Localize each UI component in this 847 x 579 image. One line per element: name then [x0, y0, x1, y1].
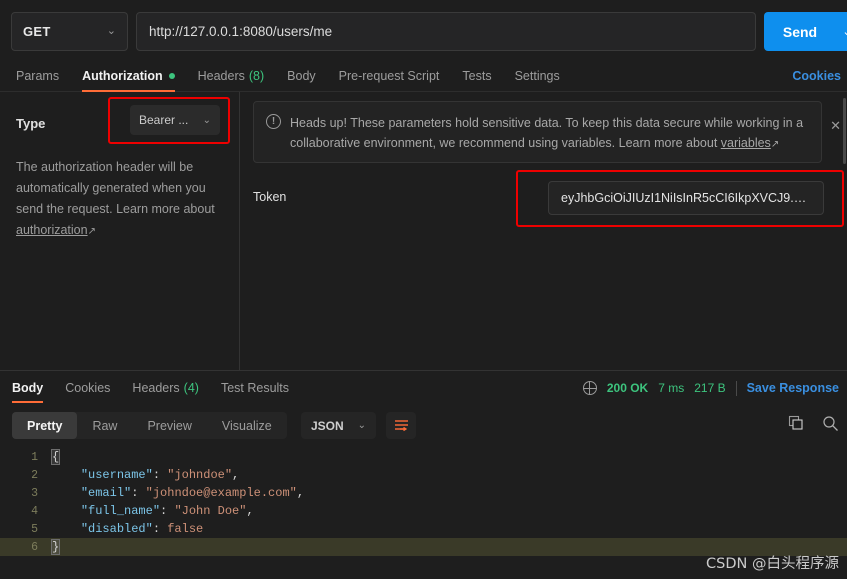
response-tab-cookies-label: Cookies: [65, 381, 111, 395]
view-mode-preview[interactable]: Preview: [132, 412, 206, 439]
auth-description-link[interactable]: authorization: [16, 223, 88, 237]
view-mode-raw[interactable]: Raw: [77, 412, 132, 439]
wrap-text-icon: [394, 420, 408, 432]
external-link-icon: ↗: [770, 139, 780, 150]
external-link-icon: ↗: [87, 226, 96, 237]
chevron-down-icon: ⌄: [106, 25, 116, 37]
code-line: 1{: [0, 448, 847, 466]
chevron-down-icon: ⌄: [202, 114, 211, 126]
response-tab-body-label: Body: [12, 381, 44, 395]
request-tabs: Params Authorization Headers (8) Body Pr…: [0, 60, 847, 92]
save-response-button[interactable]: Save Response: [747, 381, 839, 395]
response-status-bar: 200 OK 7 ms 217 B Save Response: [582, 371, 839, 405]
tab-settings-label: Settings: [514, 68, 560, 83]
code-line: 5 "disabled": false: [0, 520, 847, 538]
copy-icon: [788, 415, 803, 430]
auth-description: The authorization header will be automat…: [16, 157, 226, 242]
token-input[interactable]: eyJhbGciOiJIUzI1NiIsInR5cCI6IkpXVCJ9.ey.…: [548, 181, 824, 215]
code-line: 2 "username": "johndoe",: [0, 466, 847, 484]
auth-type-select[interactable]: Bearer ... ⌄: [130, 105, 220, 135]
code-line-text: "username": "johndoe",: [80, 468, 240, 482]
status-code: 200 OK: [606, 381, 649, 395]
line-number: 5: [31, 522, 38, 536]
line-number: 2: [31, 468, 38, 482]
token-value: eyJhbGciOiJIUzI1NiIsInR5cCI6IkpXVCJ9.ey.…: [561, 191, 811, 205]
tab-authorization-label: Authorization: [82, 68, 163, 83]
chevron-down-icon: ⌄: [357, 420, 366, 431]
code-line: 4 "full_name": "John Doe",: [0, 502, 847, 520]
response-time: 7 ms: [658, 381, 685, 395]
globe-icon: [582, 381, 597, 395]
status-separator: [735, 380, 737, 396]
body-toolbar-icons: [788, 412, 839, 439]
tab-authorization[interactable]: Authorization: [82, 60, 175, 92]
line-number: 6: [31, 540, 38, 554]
response-tab-headers-label: Headers: [132, 381, 180, 395]
line-number: 4: [31, 504, 38, 518]
copy-button[interactable]: [788, 415, 804, 436]
view-mode-visualize[interactable]: Visualize: [207, 412, 287, 439]
tab-headers-label: Headers: [197, 68, 245, 83]
response-format-value: JSON: [311, 418, 344, 433]
line-number: 3: [31, 486, 38, 500]
search-icon: [823, 415, 838, 431]
cookies-link[interactable]: Cookies: [792, 60, 841, 92]
tab-params-label: Params: [16, 68, 60, 83]
auth-type-label: Type: [16, 116, 46, 131]
watermark: CSDN @白头程序源: [706, 556, 839, 572]
send-options-chevron-down-icon[interactable]: ⌄: [836, 12, 847, 51]
info-exclamation-icon: !: [266, 114, 281, 129]
tab-tests-label: Tests: [462, 68, 492, 83]
code-line-text: {: [50, 449, 61, 465]
tab-params[interactable]: Params: [16, 60, 59, 92]
code-line: 3 "email": "johndoe@example.com",: [0, 484, 847, 502]
sensitive-data-banner: ! Heads up! These parameters hold sensit…: [253, 101, 822, 163]
response-size: 217 B: [694, 381, 726, 395]
auth-panel-scrollbar[interactable]: [843, 98, 846, 164]
tab-headers-count: (8): [248, 68, 265, 83]
auth-right-column: ! Heads up! These parameters hold sensit…: [240, 92, 847, 370]
token-label: Token: [253, 190, 287, 204]
response-tab-headers-count: (4): [183, 381, 199, 395]
request-url-bar: GET ⌄ http://127.0.0.1:8080/users/me Sen…: [0, 0, 847, 60]
auth-left-column: Type Bearer ... ⌄ The authorization head…: [0, 92, 240, 370]
authorization-panel: Type Bearer ... ⌄ The authorization head…: [0, 92, 847, 370]
code-line-text: }: [50, 539, 61, 555]
view-mode-group: Pretty Raw Preview Visualize: [12, 412, 287, 439]
send-button[interactable]: Send: [764, 12, 836, 51]
code-line-text: "disabled": false: [80, 522, 204, 536]
tab-settings[interactable]: Settings: [515, 60, 560, 92]
response-body-toolbar: Pretty Raw Preview Visualize JSON ⌄: [0, 408, 847, 448]
tab-pre-request-script[interactable]: Pre-request Script: [339, 60, 440, 92]
auth-type-value: Bearer ...: [139, 113, 189, 127]
wrap-text-button[interactable]: [386, 412, 416, 439]
response-tab-cookies[interactable]: Cookies: [65, 371, 110, 405]
close-icon[interactable]: ✕: [830, 118, 841, 134]
response-format-select[interactable]: JSON ⌄: [301, 412, 376, 439]
auth-description-text: The authorization header will be automat…: [16, 160, 215, 216]
response-tab-headers[interactable]: Headers (4): [132, 371, 199, 405]
tab-body[interactable]: Body: [287, 60, 316, 92]
response-tab-test-results[interactable]: Test Results: [221, 371, 289, 405]
line-number: 1: [31, 450, 38, 464]
code-line-text: "email": "johndoe@example.com",: [80, 486, 305, 500]
url-value: http://127.0.0.1:8080/users/me: [149, 24, 333, 39]
tab-body-label: Body: [287, 68, 316, 83]
view-mode-pretty[interactable]: Pretty: [12, 412, 78, 439]
sensitive-data-banner-text: Heads up! These parameters hold sensitiv…: [290, 113, 809, 151]
search-button[interactable]: [822, 415, 839, 437]
http-method-selector[interactable]: GET ⌄: [11, 12, 128, 51]
tab-tests[interactable]: Tests: [462, 60, 491, 92]
tab-pre-request-script-label: Pre-request Script: [338, 68, 440, 83]
http-method-label: GET: [23, 24, 51, 39]
modified-dot-icon: [168, 72, 175, 79]
tab-headers[interactable]: Headers (8): [198, 60, 265, 92]
banner-variables-link[interactable]: variables: [721, 136, 771, 150]
url-input[interactable]: http://127.0.0.1:8080/users/me: [136, 12, 756, 51]
response-tab-test-results-label: Test Results: [220, 381, 290, 395]
response-tab-body[interactable]: Body: [12, 371, 44, 405]
code-line-text: "full_name": "John Doe",: [80, 504, 254, 518]
